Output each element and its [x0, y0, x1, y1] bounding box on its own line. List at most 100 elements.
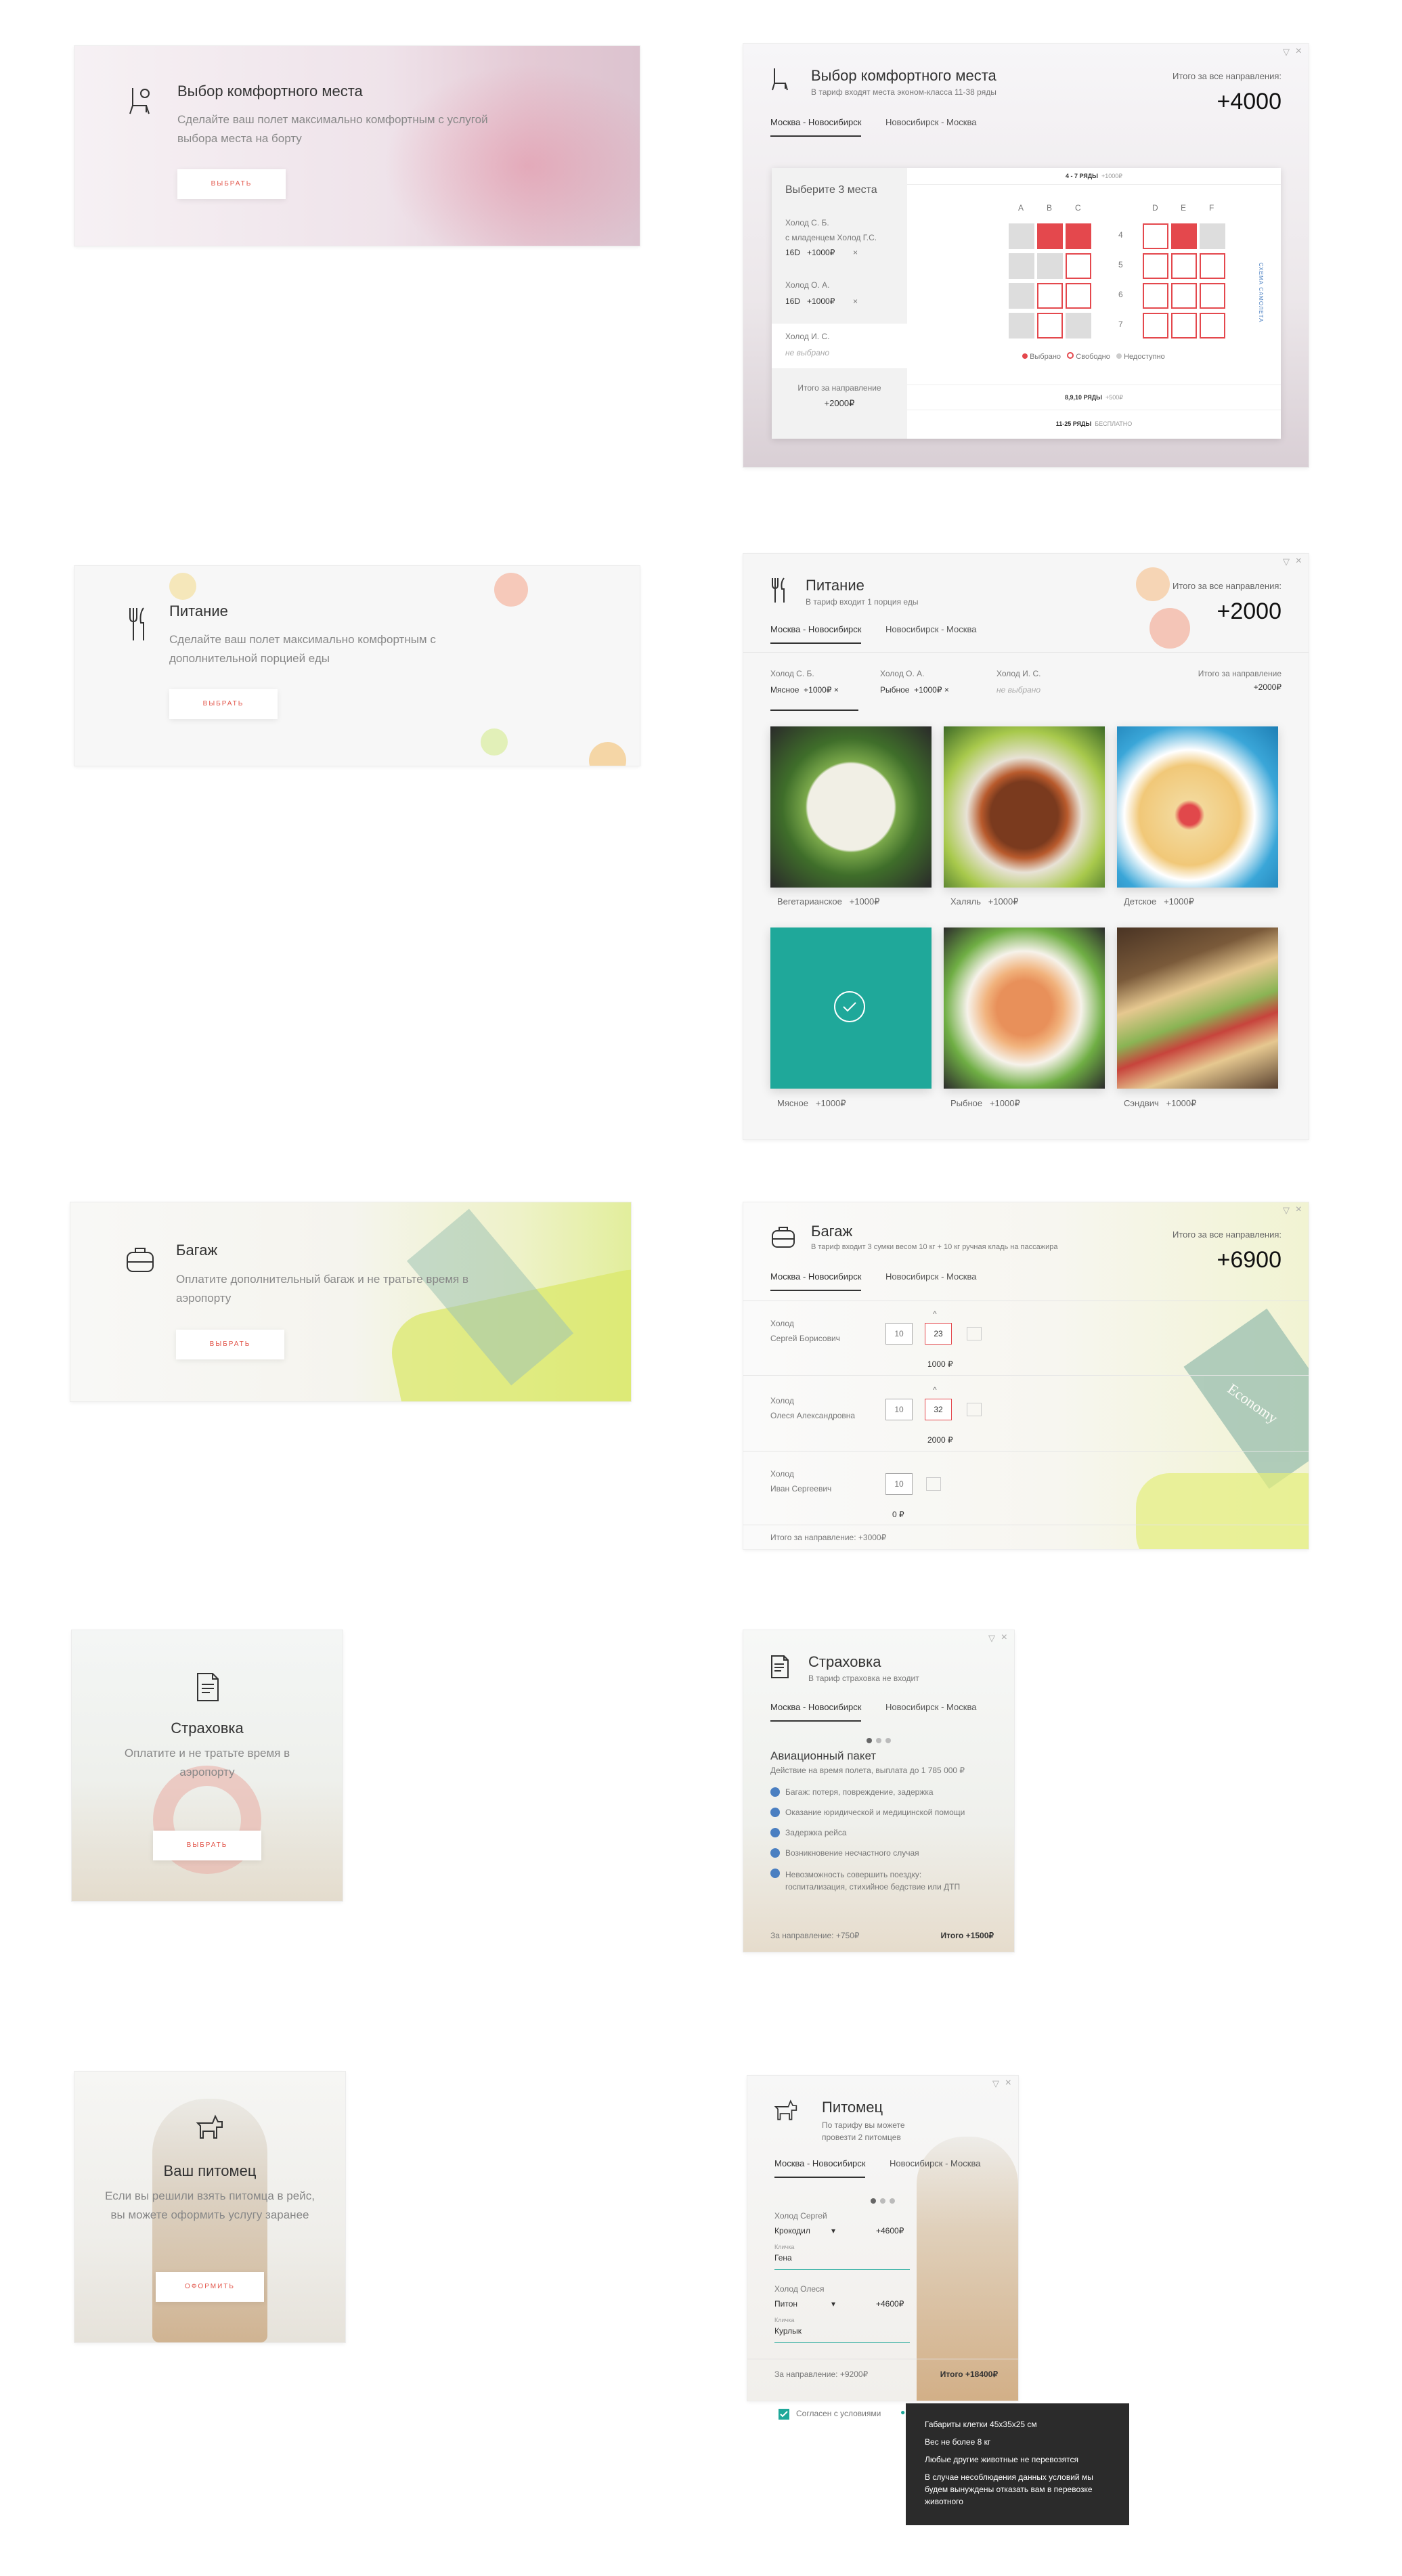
seat [1066, 313, 1091, 339]
col-label: D [1152, 203, 1158, 213]
seat-free[interactable] [1200, 253, 1225, 279]
col-label: E [1181, 203, 1187, 213]
remove-icon[interactable]: × [853, 297, 858, 306]
close-icon[interactable]: × [1296, 45, 1302, 58]
seat-free[interactable] [1143, 313, 1168, 339]
bag-slot-selected[interactable]: 23 [925, 1323, 952, 1345]
dog-photo [917, 2137, 1018, 2401]
passenger-tab[interactable]: Холод О. А. Рыбное +1000₽ × [880, 669, 968, 710]
tab-outbound[interactable]: Москва - Новосибирск [774, 2158, 866, 2178]
agree-checkbox[interactable] [779, 2409, 789, 2420]
seat-free[interactable] [1037, 283, 1063, 309]
seat-free[interactable] [1171, 253, 1197, 279]
agree-label[interactable]: Согласен с условиями [796, 2409, 881, 2418]
seat-selected[interactable] [1037, 223, 1063, 249]
seat-free[interactable] [1143, 253, 1168, 279]
close-icon[interactable]: × [1001, 1632, 1007, 1644]
passenger-row[interactable]: Холод О. А. 16D +1000₽ × [772, 276, 907, 324]
passenger-tab[interactable]: Холод С. Б. Мясное +1000₽ × [770, 669, 858, 711]
bag-slot[interactable]: 10 [885, 1399, 913, 1420]
add-bag-icon[interactable] [926, 1477, 941, 1491]
passenger-row-active[interactable]: Холод И. С. не выбрано [772, 324, 907, 368]
info-icon[interactable]: ● [900, 2407, 905, 2417]
seat-free[interactable] [1066, 253, 1091, 279]
seat-free[interactable] [1143, 283, 1168, 309]
seat-free[interactable] [1037, 313, 1063, 339]
bag-slot[interactable]: 10 [885, 1473, 913, 1495]
close-icon[interactable]: × [1005, 2077, 1011, 2089]
tab-outbound[interactable]: Москва - Новосибирск [770, 117, 862, 137]
nick-field[interactable]: Кличка Курлык [774, 2317, 910, 2343]
passenger-tab[interactable]: Холод И. С. не выбрано [996, 669, 1085, 710]
tab-return[interactable]: Новосибирск - Москва [890, 2158, 980, 2168]
grand-total: Итого +1500₽ [940, 1931, 994, 1940]
add-bag-icon[interactable] [967, 1327, 982, 1340]
chevron-up-icon[interactable]: ^ [933, 1309, 937, 1319]
seat [1009, 223, 1034, 249]
seat-selected[interactable] [1171, 223, 1197, 249]
animal-select[interactable]: Питон ▾ [774, 2299, 835, 2309]
close-icon[interactable]: × [1296, 1204, 1302, 1216]
tab-outbound[interactable]: Москва - Новосибирск [770, 1702, 862, 1722]
seat-free[interactable] [1143, 223, 1168, 249]
insurance-select-button[interactable]: ВЫБРАТЬ [153, 1831, 261, 1860]
seat-free[interactable] [1066, 283, 1091, 309]
animal-select[interactable]: Крокодил ▾ [774, 2226, 835, 2235]
direction-total: За направление: +9200₽ [774, 2370, 869, 2379]
food-item-vegetarian[interactable] [770, 726, 932, 888]
passenger-row[interactable]: Холод С. Б. с младенцем Холод Г.С. 16D +… [772, 209, 907, 276]
baggage-panel: Economy ▽ × Багаж В тариф входит 3 сумки… [743, 1202, 1309, 1549]
seat-free[interactable] [1171, 283, 1197, 309]
carousel-dots[interactable] [867, 1734, 895, 1747]
food-item-meat-selected[interactable] [770, 927, 932, 1089]
collapse-icon[interactable]: ▽ [992, 2078, 999, 2089]
add-bag-icon[interactable] [967, 1403, 982, 1416]
collapse-icon[interactable]: ▽ [988, 1633, 995, 1644]
food-select-button[interactable]: ВЫБРАТЬ [169, 689, 278, 719]
seat-free[interactable] [1200, 313, 1225, 339]
pet-order-button[interactable]: ОФОРМИТЬ [156, 2272, 264, 2302]
carousel-dots[interactable] [871, 2195, 899, 2207]
bag-slot-selected[interactable]: 32 [925, 1399, 952, 1420]
chevron-up-icon[interactable]: ^ [933, 1385, 937, 1395]
food-item-sandwich[interactable] [1117, 927, 1278, 1089]
tab-return[interactable]: Новосибирск - Москва [885, 1271, 976, 1282]
baggage-promo-title: Багаж [176, 1242, 218, 1259]
tab-return[interactable]: Новосибирск - Москва [885, 624, 976, 634]
remove-icon[interactable]: × [853, 248, 858, 257]
collapse-icon[interactable]: ▽ [1283, 47, 1290, 58]
tab-outbound[interactable]: Москва - Новосибирск [770, 624, 862, 644]
collapse-icon[interactable]: ▽ [1283, 556, 1290, 567]
decor-fruit [494, 573, 528, 607]
pet-promo-title: Ваш питомец [163, 2162, 257, 2179]
scheme-link[interactable]: СХЕМА САМОЛЕТА [1258, 263, 1271, 344]
food-item-fish[interactable] [944, 927, 1105, 1089]
food-item-halal[interactable] [944, 726, 1105, 888]
tag-photo: Economy [1183, 1308, 1309, 1489]
chevron-down-icon: ▾ [831, 2299, 835, 2309]
tab-return[interactable]: Новосибирск - Москва [885, 117, 976, 127]
sign-text: Economy [1224, 1380, 1281, 1427]
bag-slot[interactable]: 10 [885, 1323, 913, 1345]
food-label: Детское +1000₽ [1124, 896, 1194, 907]
seat-icon [770, 67, 791, 95]
section-header[interactable]: 8,9,10 РЯДЫ +500₽ [907, 385, 1281, 410]
dog-icon [773, 2099, 799, 2125]
section-header[interactable]: 4 - 7 РЯДЫ +1000₽ [907, 168, 1281, 185]
tab-outbound[interactable]: Москва - Новосибирск [770, 1271, 862, 1291]
tab-return[interactable]: Новосибирск - Москва [885, 1702, 976, 1712]
seat-free[interactable] [1200, 283, 1225, 309]
seat-selected[interactable] [1066, 223, 1091, 249]
seat-select-button[interactable]: ВЫБРАТЬ [177, 169, 286, 199]
food-item-kids[interactable] [1117, 726, 1278, 888]
food-label: Мясное +1000₽ [777, 1098, 846, 1108]
nick-field[interactable]: Кличка Гена [774, 2244, 910, 2270]
section-header[interactable]: 11-25 РЯДЫ БЕСПЛАТНО [907, 412, 1281, 436]
seat-free[interactable] [1171, 313, 1197, 339]
row-label: 4 [1118, 230, 1123, 240]
remove-icon[interactable]: × [944, 685, 949, 695]
close-icon[interactable]: × [1296, 555, 1302, 567]
remove-icon[interactable]: × [834, 685, 839, 695]
baggage-select-button[interactable]: ВЫБРАТЬ [176, 1330, 284, 1359]
collapse-icon[interactable]: ▽ [1283, 1205, 1290, 1216]
